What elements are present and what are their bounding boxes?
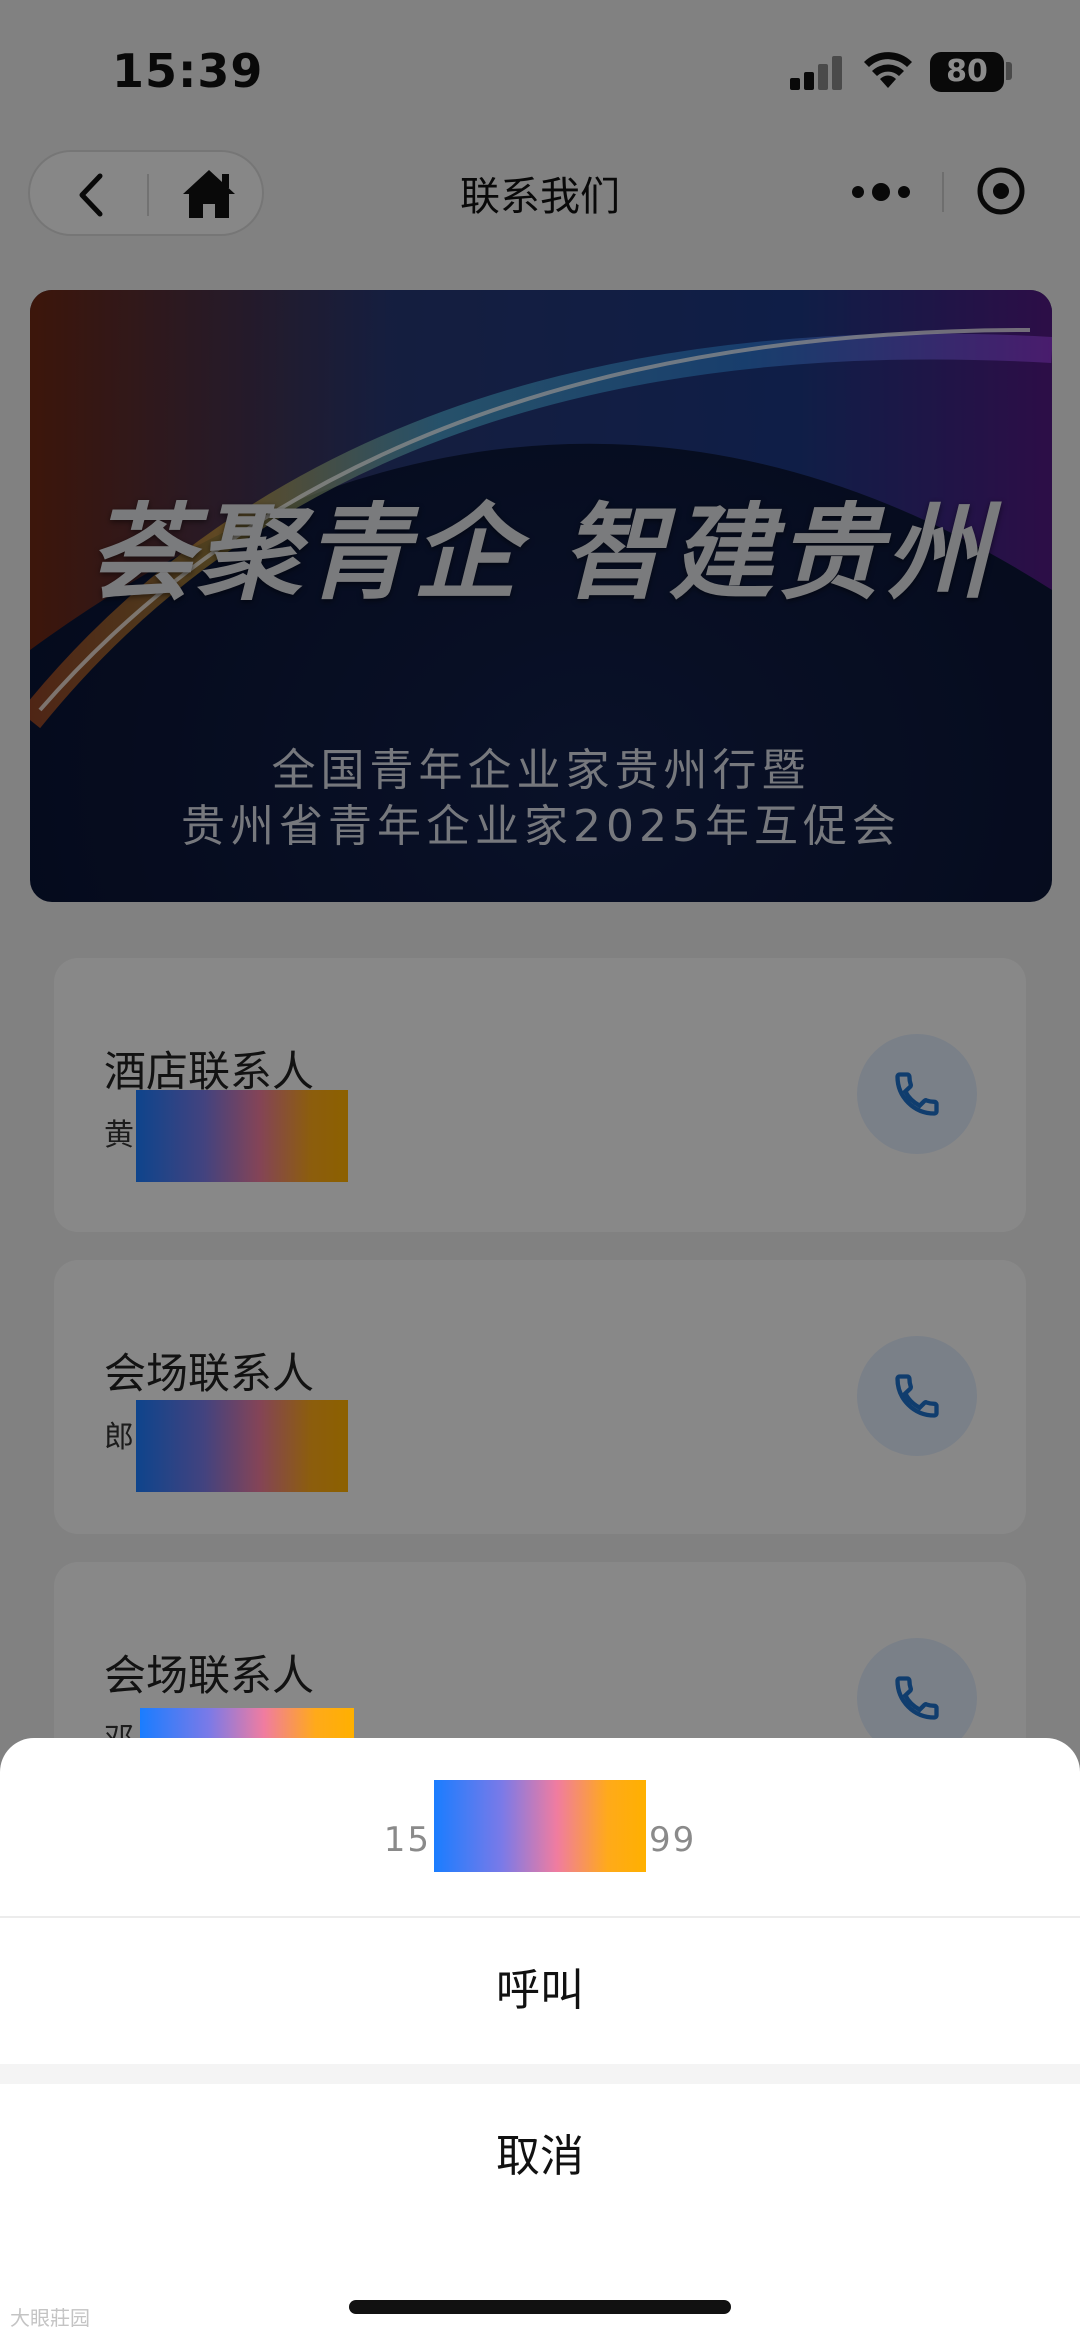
- cancel-button[interactable]: 取消: [0, 2084, 1080, 2230]
- home-indicator[interactable]: [349, 2300, 731, 2314]
- phone-number-suffix: 99: [649, 1820, 697, 1860]
- call-action-sheet: 15 99 呼叫 取消 大眼莊园: [0, 1738, 1080, 2337]
- watermark: 大眼莊园: [10, 2306, 90, 2330]
- redaction-mosaic: [434, 1780, 646, 1872]
- call-action-button[interactable]: 呼叫: [0, 1918, 1080, 2064]
- phone-number-prefix: 15: [383, 1820, 431, 1860]
- sheet-gap: [0, 2064, 1080, 2084]
